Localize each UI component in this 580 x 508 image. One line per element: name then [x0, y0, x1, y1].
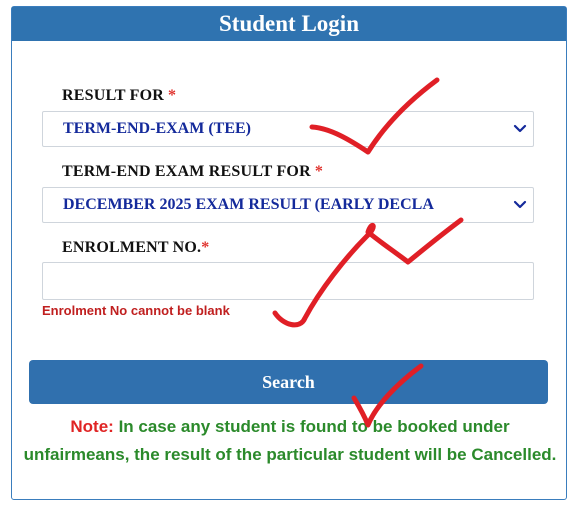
required-mark: *: [168, 87, 177, 104]
enrolment-label: ENROLMENT NO.*: [62, 239, 209, 257]
student-login-panel: Student Login RESULT FOR * TERM-END-EXAM …: [11, 6, 567, 500]
required-mark: *: [314, 163, 324, 180]
result-for-select[interactable]: TERM-END-EXAM (TEE): [42, 111, 534, 147]
tee-result-for-label: TERM-END EXAM RESULT FOR *: [62, 163, 323, 181]
result-for-label: RESULT FOR *: [62, 87, 176, 105]
enrolment-input[interactable]: [42, 262, 534, 300]
note-message: Note: In case any student is found to be…: [20, 413, 560, 469]
enrolment-error-message: Enrolment No cannot be blank: [42, 303, 230, 318]
chevron-down-icon: [513, 200, 527, 209]
search-button[interactable]: Search: [29, 360, 548, 404]
note-label: Note:: [70, 417, 114, 436]
tee-result-for-select[interactable]: DECEMBER 2025 EXAM RESULT (EARLY DECLA: [42, 187, 534, 223]
result-for-label-text: RESULT FOR: [62, 87, 165, 104]
panel-title: Student Login: [12, 7, 566, 41]
result-for-selected-value: TERM-END-EXAM (TEE): [63, 120, 251, 137]
tee-result-for-label-text: TERM-END EXAM RESULT FOR: [62, 163, 311, 180]
enrolment-label-text: ENROLMENT NO.: [62, 239, 202, 256]
chevron-down-icon: [513, 124, 527, 133]
tee-result-for-selected-value: DECEMBER 2025 EXAM RESULT (EARLY DECLA: [63, 196, 434, 213]
required-mark: *: [201, 239, 210, 256]
